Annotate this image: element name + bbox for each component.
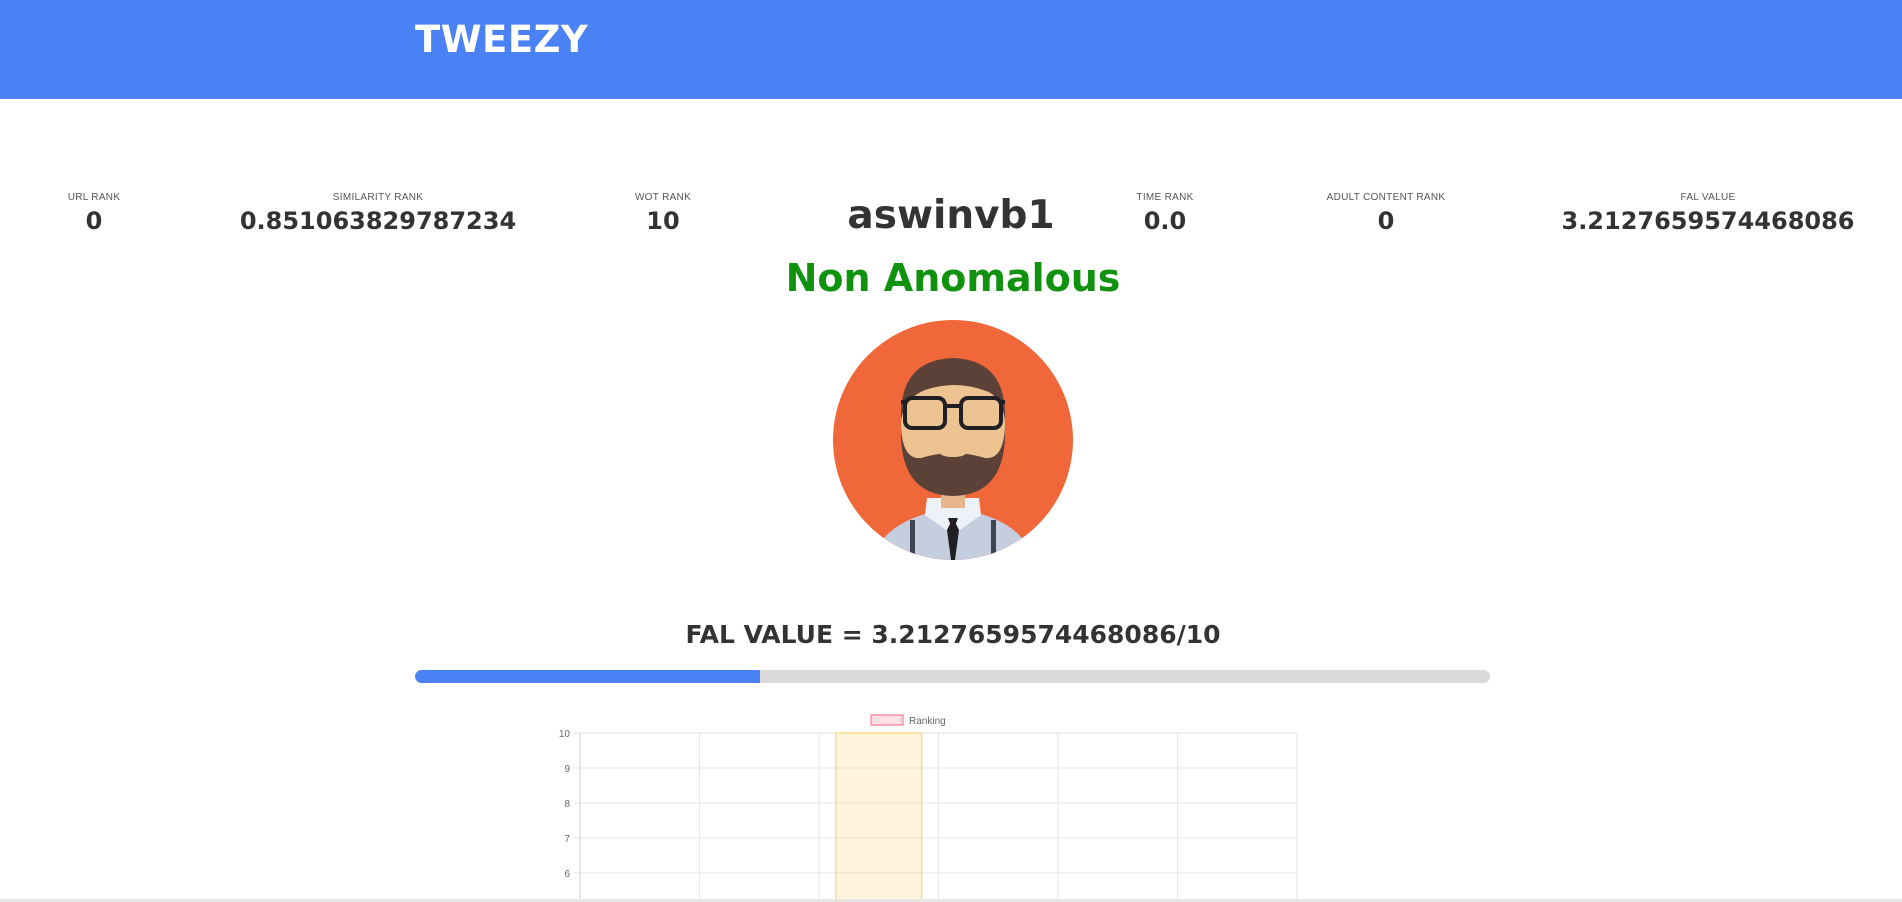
fal-progress-fill [415,670,761,683]
stat-url-rank: URL RANK 0 [68,192,121,235]
chart-bar [835,732,923,902]
chart-y-tick-label: 8 [564,799,570,810]
stat-label: WOT RANK [634,192,692,203]
stat-value: 0.851063829787234 [239,207,517,235]
stat-wot-rank: WOT RANK 10 [635,192,691,235]
stat-value: 0 [85,207,103,235]
chart-y-tick-label: 7 [564,834,570,845]
stat-similarity-rank: SIMILARITY RANK 0.851063829787234 [240,192,516,235]
stat-label: SIMILARITY RANK [332,192,424,203]
chart-legend-swatch [870,714,904,726]
stat-time-rank: TIME RANK 0.0 [1136,192,1193,235]
chart-y-tick-label: 6 [564,869,570,880]
stat-label: ADULT CONTENT RANK [1326,192,1446,203]
profile-username: aswinvb1 [847,193,1055,238]
stat-fal-value: FAL VALUE 3.2127659574468086 [1561,192,1854,235]
stat-value: 0 [1377,207,1395,235]
page: TWEEZY URL RANK 0 SIMILARITY RANK 0.8510… [0,0,1902,902]
stat-label: TIME RANK [1136,192,1194,203]
stat-value: 0.0 [1143,207,1187,235]
stat-label: URL RANK [67,192,121,203]
ranking-bar-chart: 6 7 8 9 10 Ranking [559,714,1298,902]
chart-y-tick-label: 10 [559,729,571,740]
stat-adult-content-rank: ADULT CONTENT RANK 0 [1327,192,1446,235]
chart-legend-label: Ranking [909,716,946,727]
brand-logo-text[interactable]: TWEEZY [415,18,588,61]
top-navbar: TWEEZY [0,0,1902,99]
chart-y-tick-label: 9 [564,764,570,775]
user-avatar [833,320,1073,560]
fal-progress-bar [415,670,1490,683]
anomaly-verdict: Non Anomalous [785,256,1121,300]
stat-label: FAL VALUE [1680,192,1736,203]
stat-value: 10 [646,207,680,235]
stat-value: 3.2127659574468086 [1561,207,1855,235]
fal-value-heading: FAL VALUE = 3.2127659574468086/10 [685,620,1221,649]
